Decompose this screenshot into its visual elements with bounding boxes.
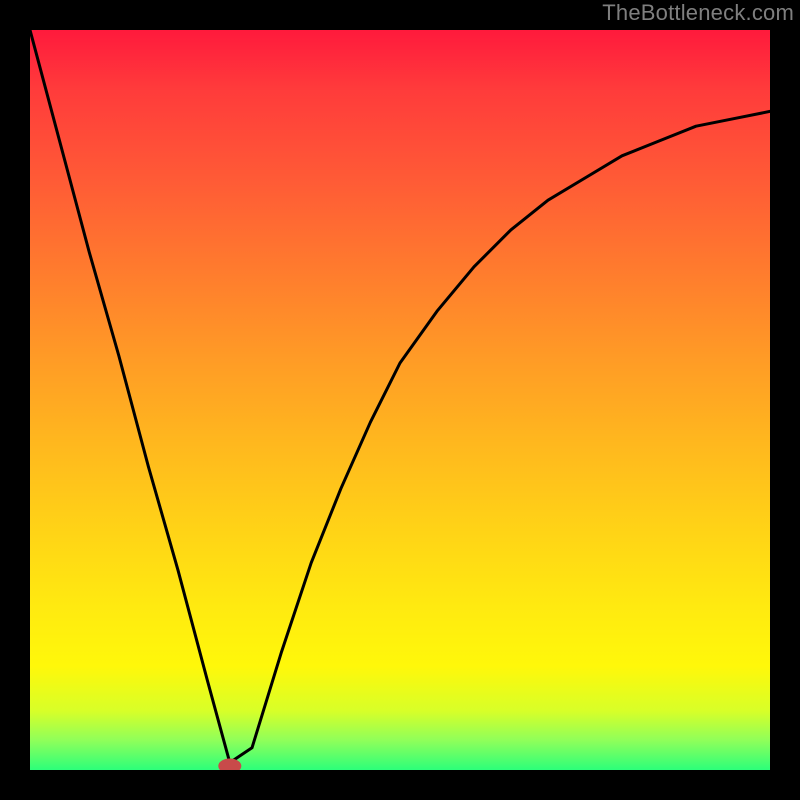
minimum-marker xyxy=(219,759,241,770)
watermark-text: TheBottleneck.com xyxy=(602,0,794,26)
plot-area xyxy=(30,30,770,770)
bottleneck-curve xyxy=(30,30,770,763)
curve-svg xyxy=(30,30,770,770)
chart-stage: TheBottleneck.com xyxy=(0,0,800,800)
